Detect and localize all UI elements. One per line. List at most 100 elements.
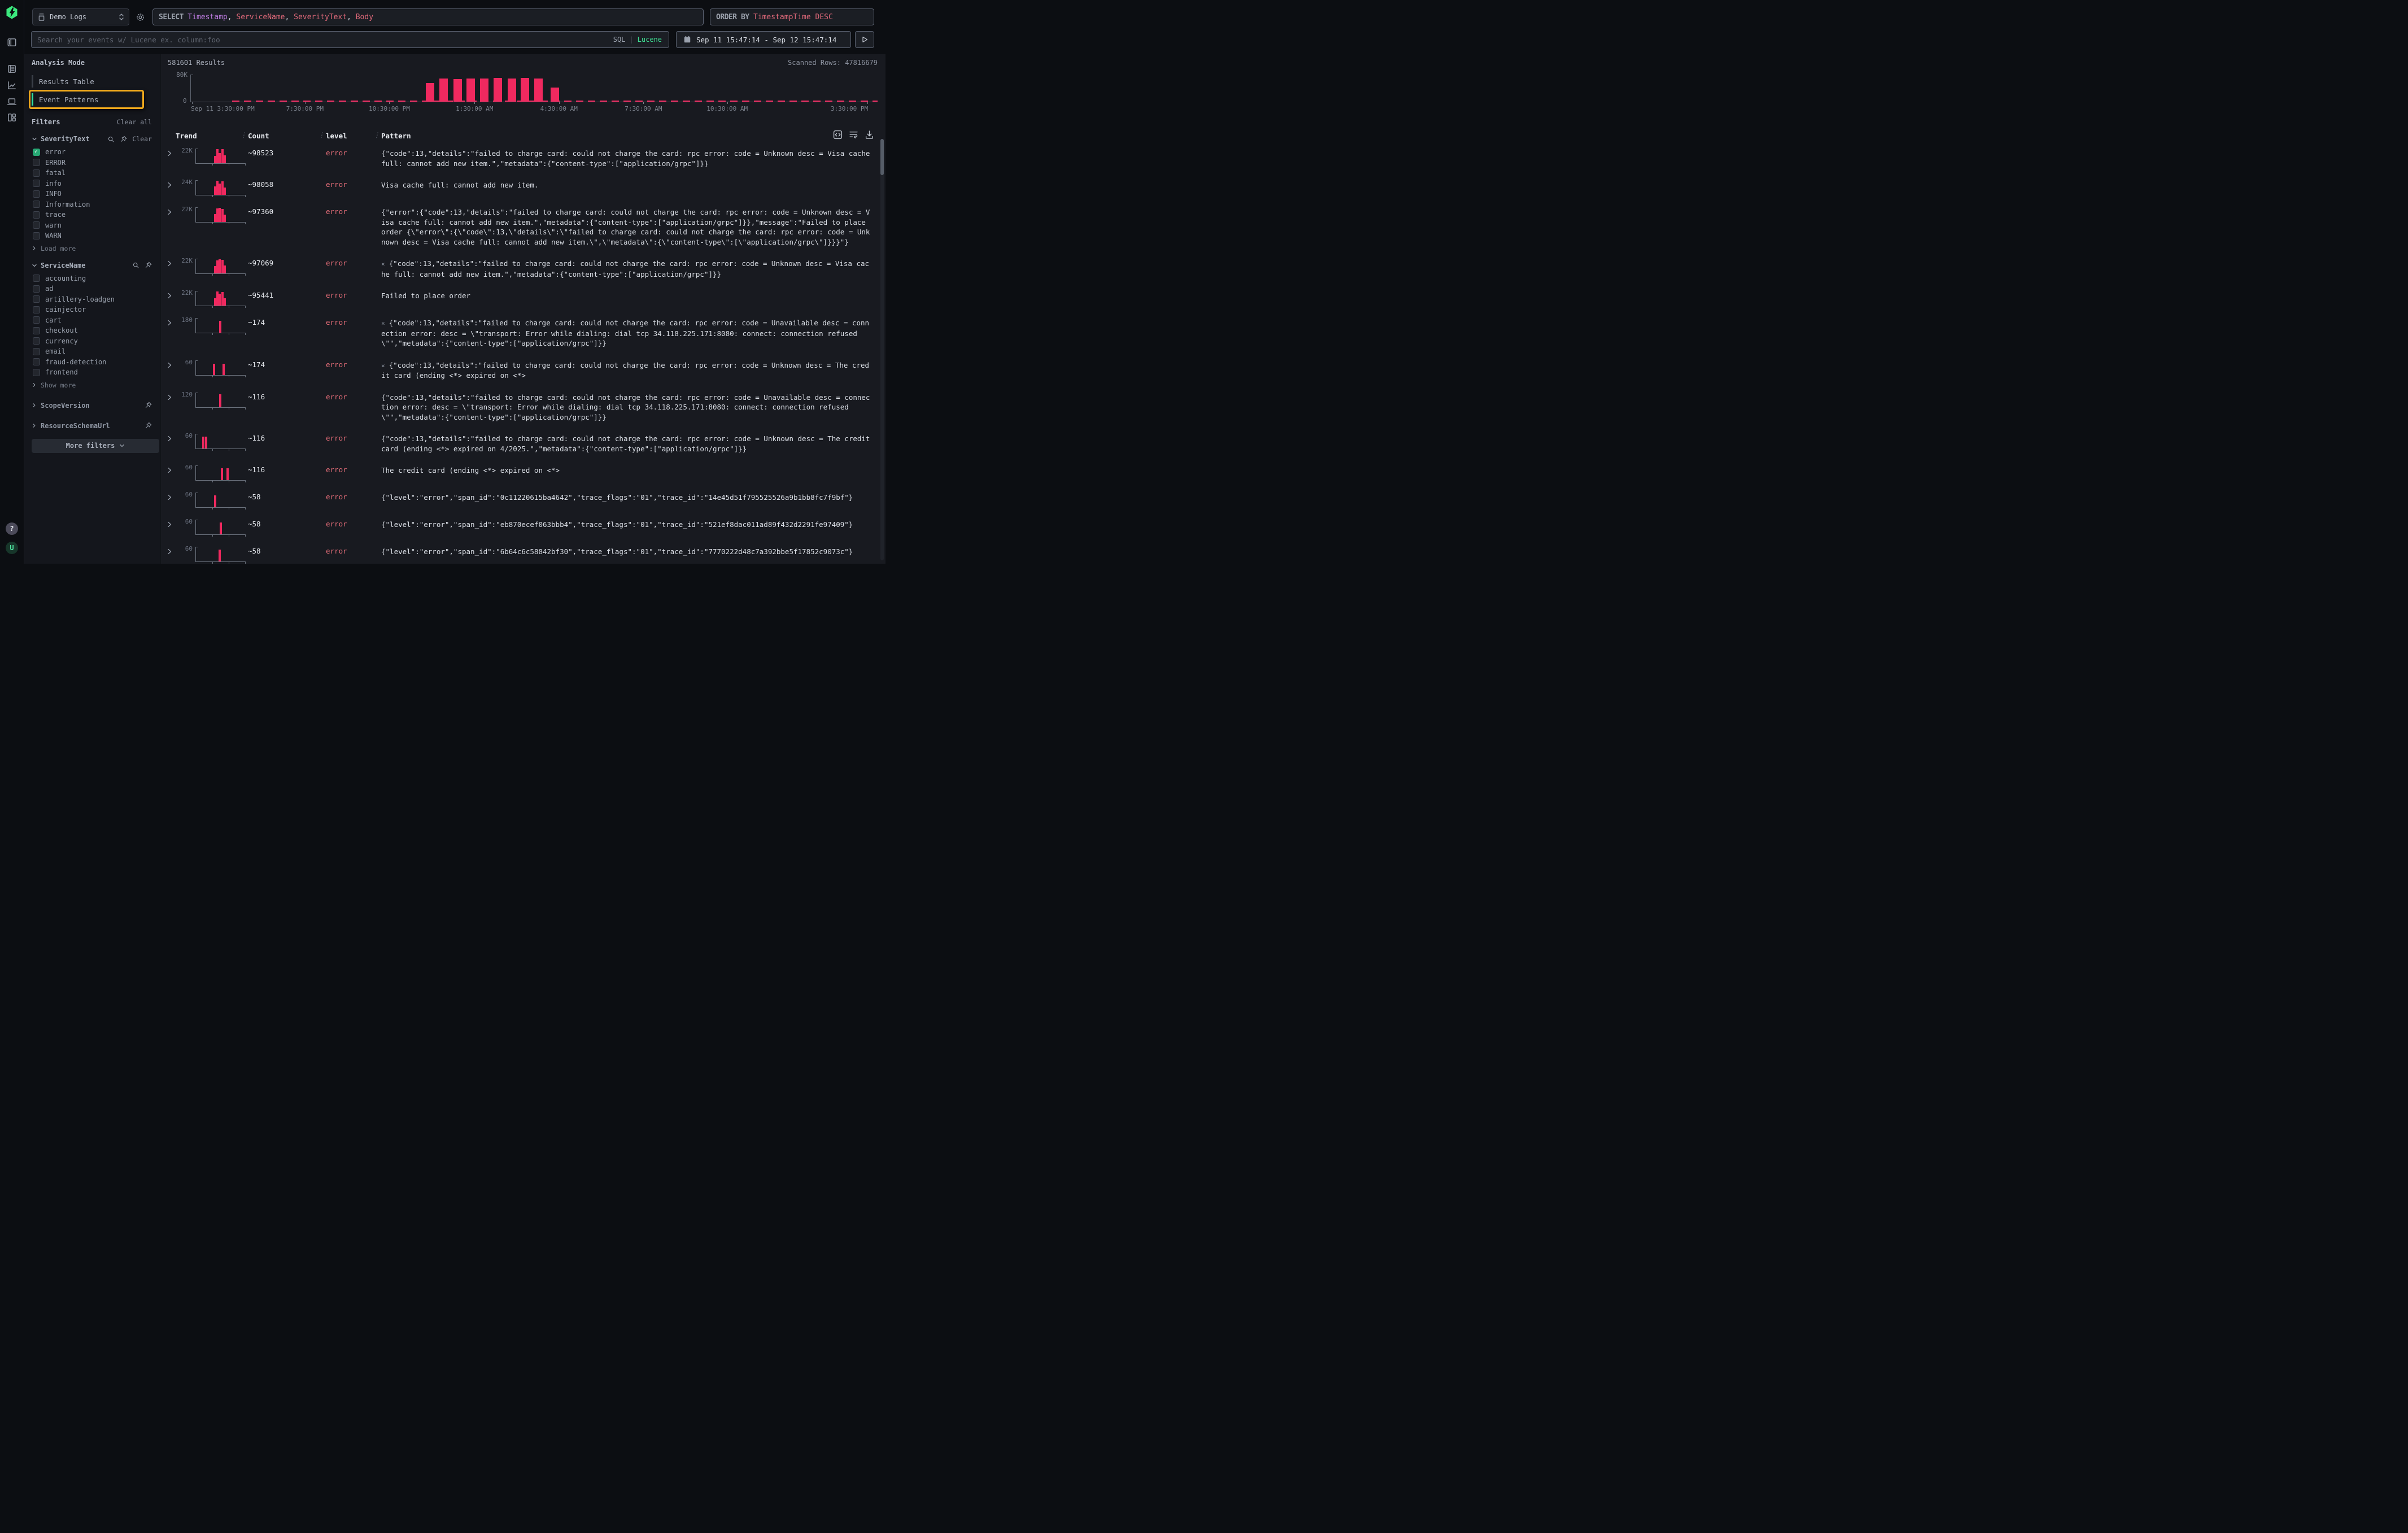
source-settings-gear-icon[interactable] (136, 12, 145, 22)
run-query-button[interactable] (855, 31, 874, 48)
pattern-cell[interactable]: {"code":13,"details":"failed to charge c… (381, 146, 871, 168)
filter-option[interactable]: warn (33, 220, 152, 231)
filter-option[interactable]: currency (33, 336, 152, 347)
pattern-row[interactable]: 60 ~116 error The credit card (ending <*… (161, 458, 879, 485)
pattern-cell[interactable]: {"level":"error","span_id":"0c11220615ba… (381, 490, 871, 503)
expand-chevron-icon[interactable] (167, 431, 176, 442)
show-more-link[interactable]: Show more (32, 381, 152, 389)
search-logs-icon[interactable] (7, 64, 17, 74)
checkbox[interactable] (33, 316, 40, 324)
expand-chevron-icon[interactable] (167, 490, 176, 500)
expand-chevron-icon[interactable] (167, 256, 176, 267)
histogram-bar[interactable] (480, 79, 488, 102)
histogram-bar[interactable] (494, 78, 502, 102)
more-filters-button[interactable]: More filters (32, 439, 159, 453)
select-clause-input[interactable]: SELECT Timestamp, ServiceName, SeverityT… (152, 8, 704, 25)
query-language-toggle[interactable]: SQL | Lucene (613, 36, 669, 43)
filter-option[interactable]: Information (33, 199, 152, 210)
filter-option[interactable]: artillery-loadgen (33, 294, 152, 305)
pattern-row[interactable]: 22K ~98523 error {"code":13,"details":"f… (161, 141, 879, 173)
filter-option[interactable]: cainjector (33, 304, 152, 315)
hyperdx-logo-icon[interactable] (5, 6, 19, 19)
expand-chevron-icon[interactable] (167, 358, 176, 368)
col-trend[interactable]: Trend (176, 132, 248, 140)
search-input[interactable] (32, 36, 613, 44)
histogram-bar[interactable] (551, 88, 559, 102)
pattern-row[interactable]: 60 ~58 error {"level":"error","span_id":… (161, 485, 879, 512)
checkbox[interactable] (33, 306, 40, 313)
histogram-bar[interactable] (521, 78, 529, 102)
checkbox[interactable] (33, 211, 40, 219)
histogram-bar[interactable] (466, 79, 475, 102)
checkbox[interactable] (33, 275, 40, 282)
search-icon[interactable] (107, 136, 115, 143)
filter-option[interactable]: INFO (33, 189, 152, 199)
checkbox[interactable] (33, 190, 40, 198)
col-count[interactable]: ⋮Count (248, 132, 326, 140)
pattern-cell[interactable]: {"level":"error","span_id":"6b64c6c58842… (381, 544, 871, 557)
filter-option[interactable]: email (33, 346, 152, 357)
expand-chevron-icon[interactable] (167, 315, 176, 326)
checkbox[interactable] (33, 369, 40, 376)
expand-chevron-icon[interactable] (167, 177, 176, 188)
sessions-icon[interactable] (7, 97, 17, 107)
chart-explorer-icon[interactable] (7, 80, 17, 90)
histogram-bar[interactable] (426, 83, 434, 102)
col-pattern[interactable]: ⋮Pattern (381, 132, 871, 140)
pattern-cell[interactable]: {"code":13,"details":"failed to charge c… (381, 431, 871, 454)
filter-option[interactable]: info (33, 178, 152, 189)
checkbox[interactable] (33, 201, 40, 208)
checkbox[interactable] (33, 232, 40, 239)
chevron-down-icon[interactable] (32, 136, 37, 142)
date-range-picker[interactable]: Sep 11 15:47:14 - Sep 12 15:47:14 (676, 31, 851, 48)
histogram-bar[interactable] (453, 79, 462, 102)
filter-option[interactable]: error (33, 147, 152, 158)
pattern-row[interactable]: 180 ~174 error ×{"code":13,"details":"fa… (161, 311, 879, 353)
expand-chevron-icon[interactable] (167, 288, 176, 299)
filter-option[interactable]: trace (33, 210, 152, 220)
pin-icon[interactable] (145, 422, 152, 429)
pattern-cell[interactable]: {"level":"error","span_id":"eb870ecef063… (381, 517, 871, 530)
filter-option[interactable]: cart (33, 315, 152, 326)
checkbox[interactable] (33, 180, 40, 187)
pattern-cell[interactable]: ×{"code":13,"details":"failed to charge … (381, 358, 871, 381)
checkbox[interactable] (33, 285, 40, 293)
mode-event-patterns[interactable]: Event Patterns (32, 93, 142, 106)
clear-all-filters-link[interactable]: Clear all (117, 118, 152, 126)
pattern-row[interactable]: 60 ~58 error {"level":"error","span_id":… (161, 512, 879, 539)
collapse-panel-icon[interactable] (7, 37, 17, 47)
pattern-cell[interactable]: ×{"code":13,"details":"failed to charge … (381, 315, 871, 349)
filter-option[interactable]: WARN (33, 230, 152, 241)
checkbox[interactable] (33, 337, 40, 345)
checkbox[interactable] (33, 348, 40, 355)
histogram-bar[interactable] (508, 79, 516, 102)
expand-chevron-icon[interactable] (167, 463, 176, 473)
filter-group-name[interactable]: ServiceName (41, 262, 85, 269)
pattern-cell[interactable]: Failed to place order (381, 288, 871, 301)
checkbox[interactable] (33, 169, 40, 177)
sql-mode-option[interactable]: SQL (613, 36, 626, 43)
pattern-row[interactable]: 60 ~116 error {"code":13,"details":"fail… (161, 426, 879, 458)
dashboards-icon[interactable] (7, 112, 17, 123)
search-icon[interactable] (132, 262, 139, 269)
filter-option[interactable]: frontend (33, 367, 152, 378)
pin-icon[interactable] (120, 136, 127, 143)
chevron-down-icon[interactable] (32, 263, 37, 268)
filter-option[interactable]: fraud-detection (33, 357, 152, 368)
pattern-row[interactable]: 120 ~116 error {"code":13,"details":"fai… (161, 385, 879, 427)
lucene-mode-option[interactable]: Lucene (638, 36, 662, 43)
clear-group-link[interactable]: Clear (132, 135, 152, 143)
pattern-row[interactable]: 60 ~174 error ×{"code":13,"details":"fai… (161, 353, 879, 385)
expand-chevron-icon[interactable] (167, 517, 176, 528)
user-avatar[interactable]: U (6, 542, 18, 554)
expand-chevron-icon[interactable] (167, 146, 176, 156)
expand-chevron-icon[interactable] (167, 204, 176, 215)
checkbox[interactable] (33, 295, 40, 303)
filter-group-name[interactable]: SeverityText (41, 135, 90, 143)
scrollbar-track[interactable] (880, 139, 884, 560)
source-select[interactable]: Demo Logs (32, 8, 129, 25)
pattern-row[interactable]: 22K ~97360 error {"error":{"code":13,"de… (161, 200, 879, 251)
histogram-bar[interactable] (439, 79, 448, 102)
filter-group-scopeversion[interactable]: ScopeVersion (32, 402, 152, 410)
checkbox[interactable] (33, 327, 40, 334)
